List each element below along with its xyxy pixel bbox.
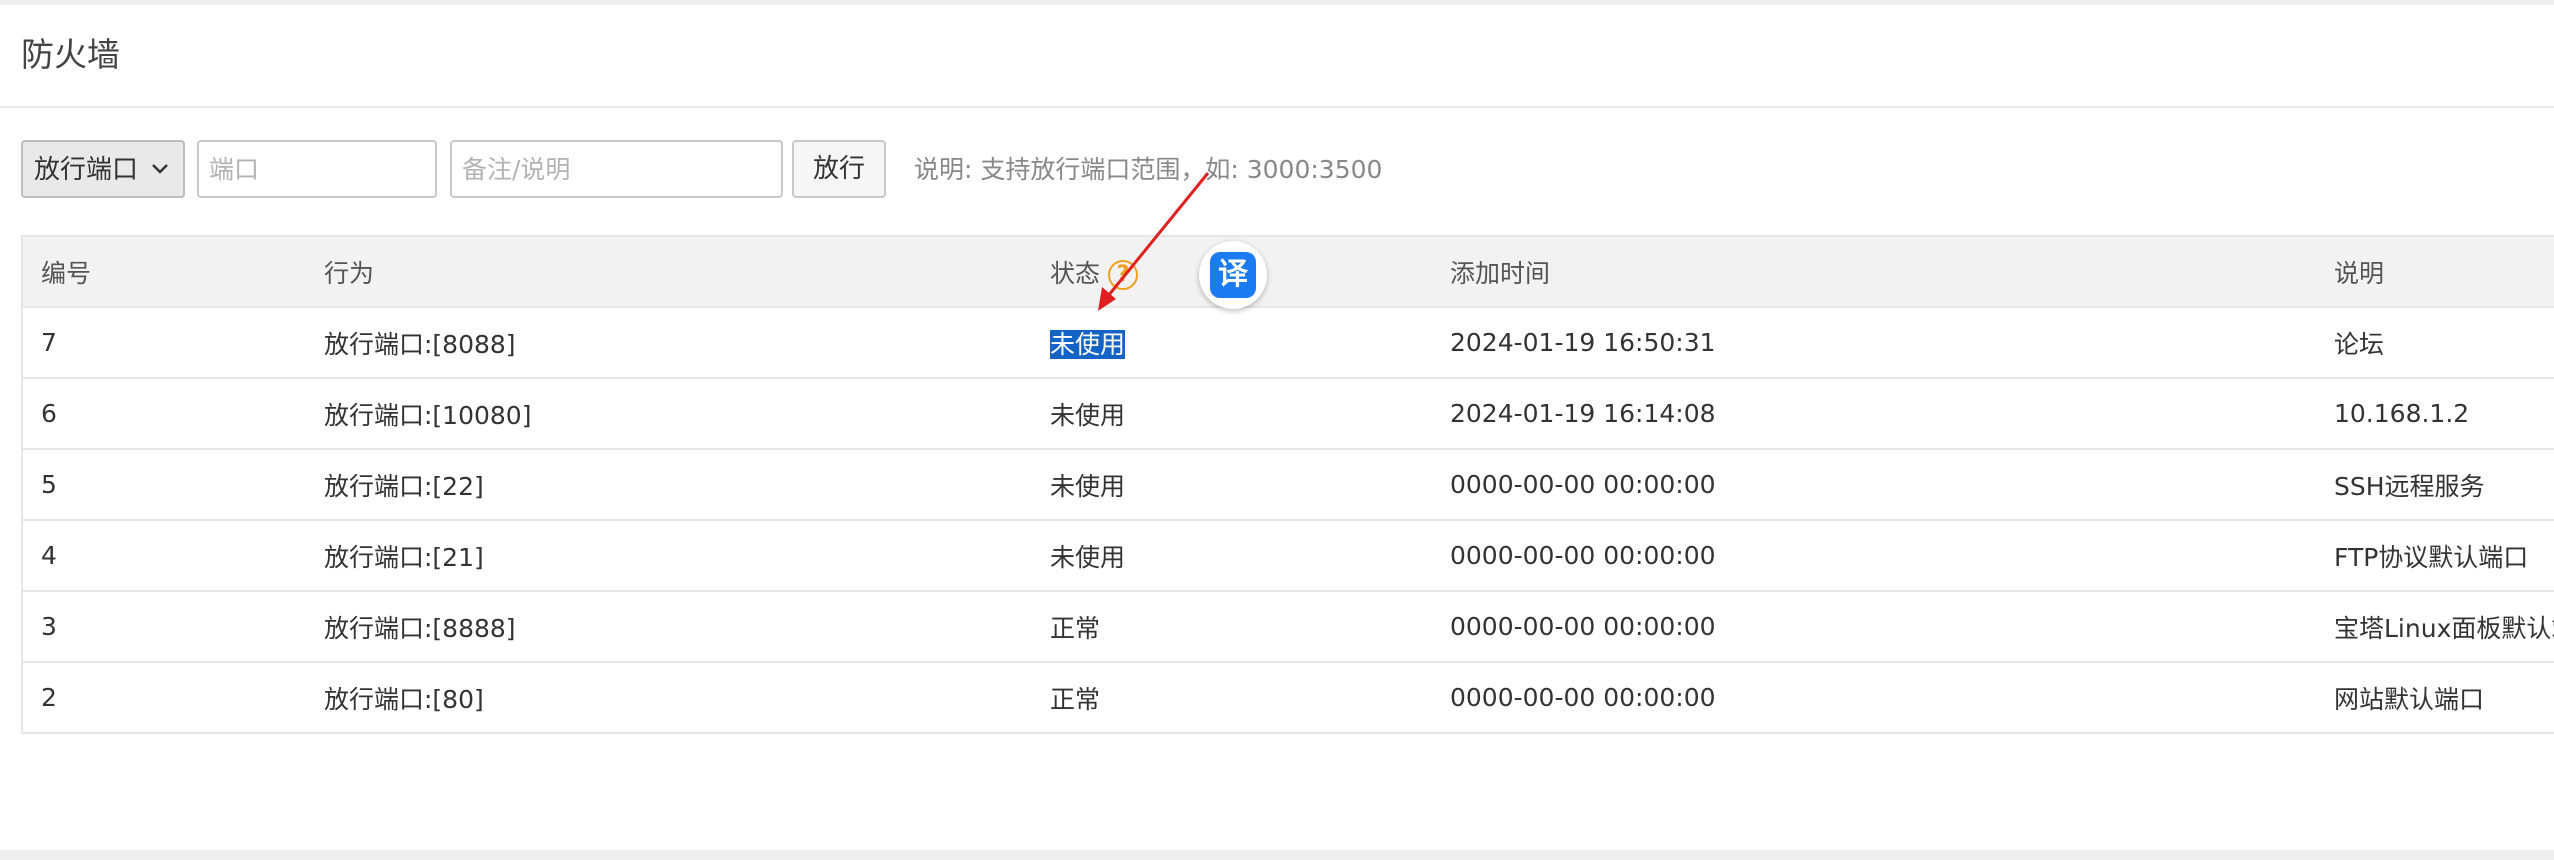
toolbar: 放行端口 放行 说明: 支持放行端口范围，如: 3000:3500 <box>21 140 2521 202</box>
row-action-text: 放行端口:[10080] <box>324 400 532 430</box>
row-time: 0000-00-00 00:00:00 <box>1431 661 2315 734</box>
row-status-text: 正常 <box>1050 684 1101 714</box>
row-status: 未使用 <box>1031 519 1431 592</box>
row-note: 宝塔Linux面板默认端口 <box>2315 590 2554 663</box>
table-row[interactable]: 6 放行端口:[10080] 未使用 2024-01-19 16:14:08 1… <box>21 377 2554 450</box>
port-input[interactable] <box>197 140 437 198</box>
question-circle-icon[interactable]: ? <box>1108 259 1139 290</box>
row-note-text: FTP协议默认端口 <box>2334 542 2529 572</box>
row-note-text: 网站默认端口 <box>2334 684 2485 714</box>
firewall-page: 防火墙 放行端口 放行 说明: 支持放行端口范围，如: 3000:3500 编号… <box>0 5 2554 850</box>
row-id: 6 <box>21 377 305 450</box>
table-row[interactable]: 3 放行端口:[8888] 正常 0000-00-00 00:00:00 宝塔L… <box>21 590 2554 663</box>
row-note: 论坛 <box>2315 306 2554 379</box>
row-status-text: 未使用 <box>1050 542 1126 572</box>
row-action-text: 放行端口:[80] <box>324 684 484 714</box>
row-status-selected-text: 未使用 <box>1050 329 1126 359</box>
row-note-text: 宝塔Linux面板默认端口 <box>2334 613 2554 643</box>
row-status-text: 正常 <box>1050 613 1101 643</box>
row-time: 0000-00-00 00:00:00 <box>1431 519 2315 592</box>
row-action-text: 放行端口:[22] <box>324 471 484 501</box>
row-id: 4 <box>21 519 305 592</box>
row-time: 2024-01-19 16:14:08 <box>1431 377 2315 450</box>
row-time-text: 2024-01-19 16:50:31 <box>1450 328 1716 357</box>
row-time: 0000-00-00 00:00:00 <box>1431 590 2315 663</box>
row-id: 3 <box>21 590 305 663</box>
row-action-text: 放行端口:[21] <box>324 542 484 572</box>
rule-type-select[interactable]: 放行端口 <box>21 140 185 198</box>
row-id: 5 <box>21 448 305 521</box>
row-note: SSH远程服务 <box>2315 448 2554 521</box>
row-time-text: 0000-00-00 00:00:00 <box>1450 612 1716 641</box>
row-action: 放行端口:[21] <box>305 519 1031 592</box>
column-header-action: 行为 <box>305 235 1031 308</box>
firewall-rules-table: 编号 行为 状态? 添加时间 说明 7 放行端口:[8088] 未使用 2024… <box>21 235 2554 734</box>
row-time-text: 0000-00-00 00:00:00 <box>1450 470 1716 499</box>
table-row[interactable]: 5 放行端口:[22] 未使用 0000-00-00 00:00:00 SSH远… <box>21 448 2554 521</box>
row-note: 网站默认端口 <box>2315 661 2554 734</box>
column-header-time: 添加时间 <box>1431 235 2315 308</box>
column-header-id-label: 编号 <box>41 258 92 288</box>
row-time-text: 0000-00-00 00:00:00 <box>1450 541 1716 570</box>
allow-button[interactable]: 放行 <box>792 140 886 198</box>
row-action-text: 放行端口:[8888] <box>324 613 516 643</box>
table-row[interactable]: 2 放行端口:[80] 正常 0000-00-00 00:00:00 网站默认端… <box>21 661 2554 734</box>
translate-icon: 译 <box>1210 252 1256 298</box>
note-input[interactable] <box>450 140 783 198</box>
title-bar: 防火墙 <box>0 5 2554 108</box>
row-action: 放行端口:[22] <box>305 448 1031 521</box>
row-time-text: 0000-00-00 00:00:00 <box>1450 683 1716 712</box>
translate-button[interactable]: 译 <box>1199 241 1267 309</box>
row-action: 放行端口:[80] <box>305 661 1031 734</box>
hint-text: 说明: 支持放行端口范围，如: 3000:3500 <box>914 155 1383 184</box>
row-note-text: 10.168.1.2 <box>2334 399 2470 428</box>
row-note: 10.168.1.2 <box>2315 377 2554 450</box>
row-status-text: 未使用 <box>1050 471 1126 501</box>
row-status: 正常 <box>1031 590 1431 663</box>
row-status: 未使用 <box>1031 377 1431 450</box>
column-header-note-label: 说明 <box>2334 258 2385 288</box>
row-action: 放行端口:[10080] <box>305 377 1031 450</box>
table-row[interactable]: 7 放行端口:[8088] 未使用 2024-01-19 16:50:31 论坛 <box>21 306 2554 379</box>
row-status: 未使用 <box>1031 306 1431 379</box>
table-row[interactable]: 4 放行端口:[21] 未使用 0000-00-00 00:00:00 FTP协… <box>21 519 2554 592</box>
row-id: 2 <box>21 661 305 734</box>
row-action: 放行端口:[8888] <box>305 590 1031 663</box>
row-status: 正常 <box>1031 661 1431 734</box>
chevron-down-icon <box>152 164 168 174</box>
page-title: 防火墙 <box>21 35 120 74</box>
row-time-text: 2024-01-19 16:14:08 <box>1450 399 1716 428</box>
column-header-time-label: 添加时间 <box>1450 258 1551 288</box>
column-header-action-label: 行为 <box>324 258 375 288</box>
row-note-text: 论坛 <box>2334 329 2385 359</box>
column-header-id: 编号 <box>21 235 305 308</box>
table-header-row: 编号 行为 状态? 添加时间 说明 <box>21 235 2554 308</box>
column-header-status-label: 状态 <box>1050 258 1101 288</box>
row-note-text: SSH远程服务 <box>2334 471 2485 501</box>
row-time: 0000-00-00 00:00:00 <box>1431 448 2315 521</box>
row-id: 7 <box>21 306 305 379</box>
row-note: FTP协议默认端口 <box>2315 519 2554 592</box>
row-status-text: 未使用 <box>1050 400 1126 430</box>
row-action-text: 放行端口:[8088] <box>324 329 516 359</box>
column-header-note: 说明 <box>2315 235 2554 308</box>
row-time: 2024-01-19 16:50:31 <box>1431 306 2315 379</box>
rule-type-selected: 放行端口 <box>34 155 139 185</box>
row-action: 放行端口:[8088] <box>305 306 1031 379</box>
row-status: 未使用 <box>1031 448 1431 521</box>
